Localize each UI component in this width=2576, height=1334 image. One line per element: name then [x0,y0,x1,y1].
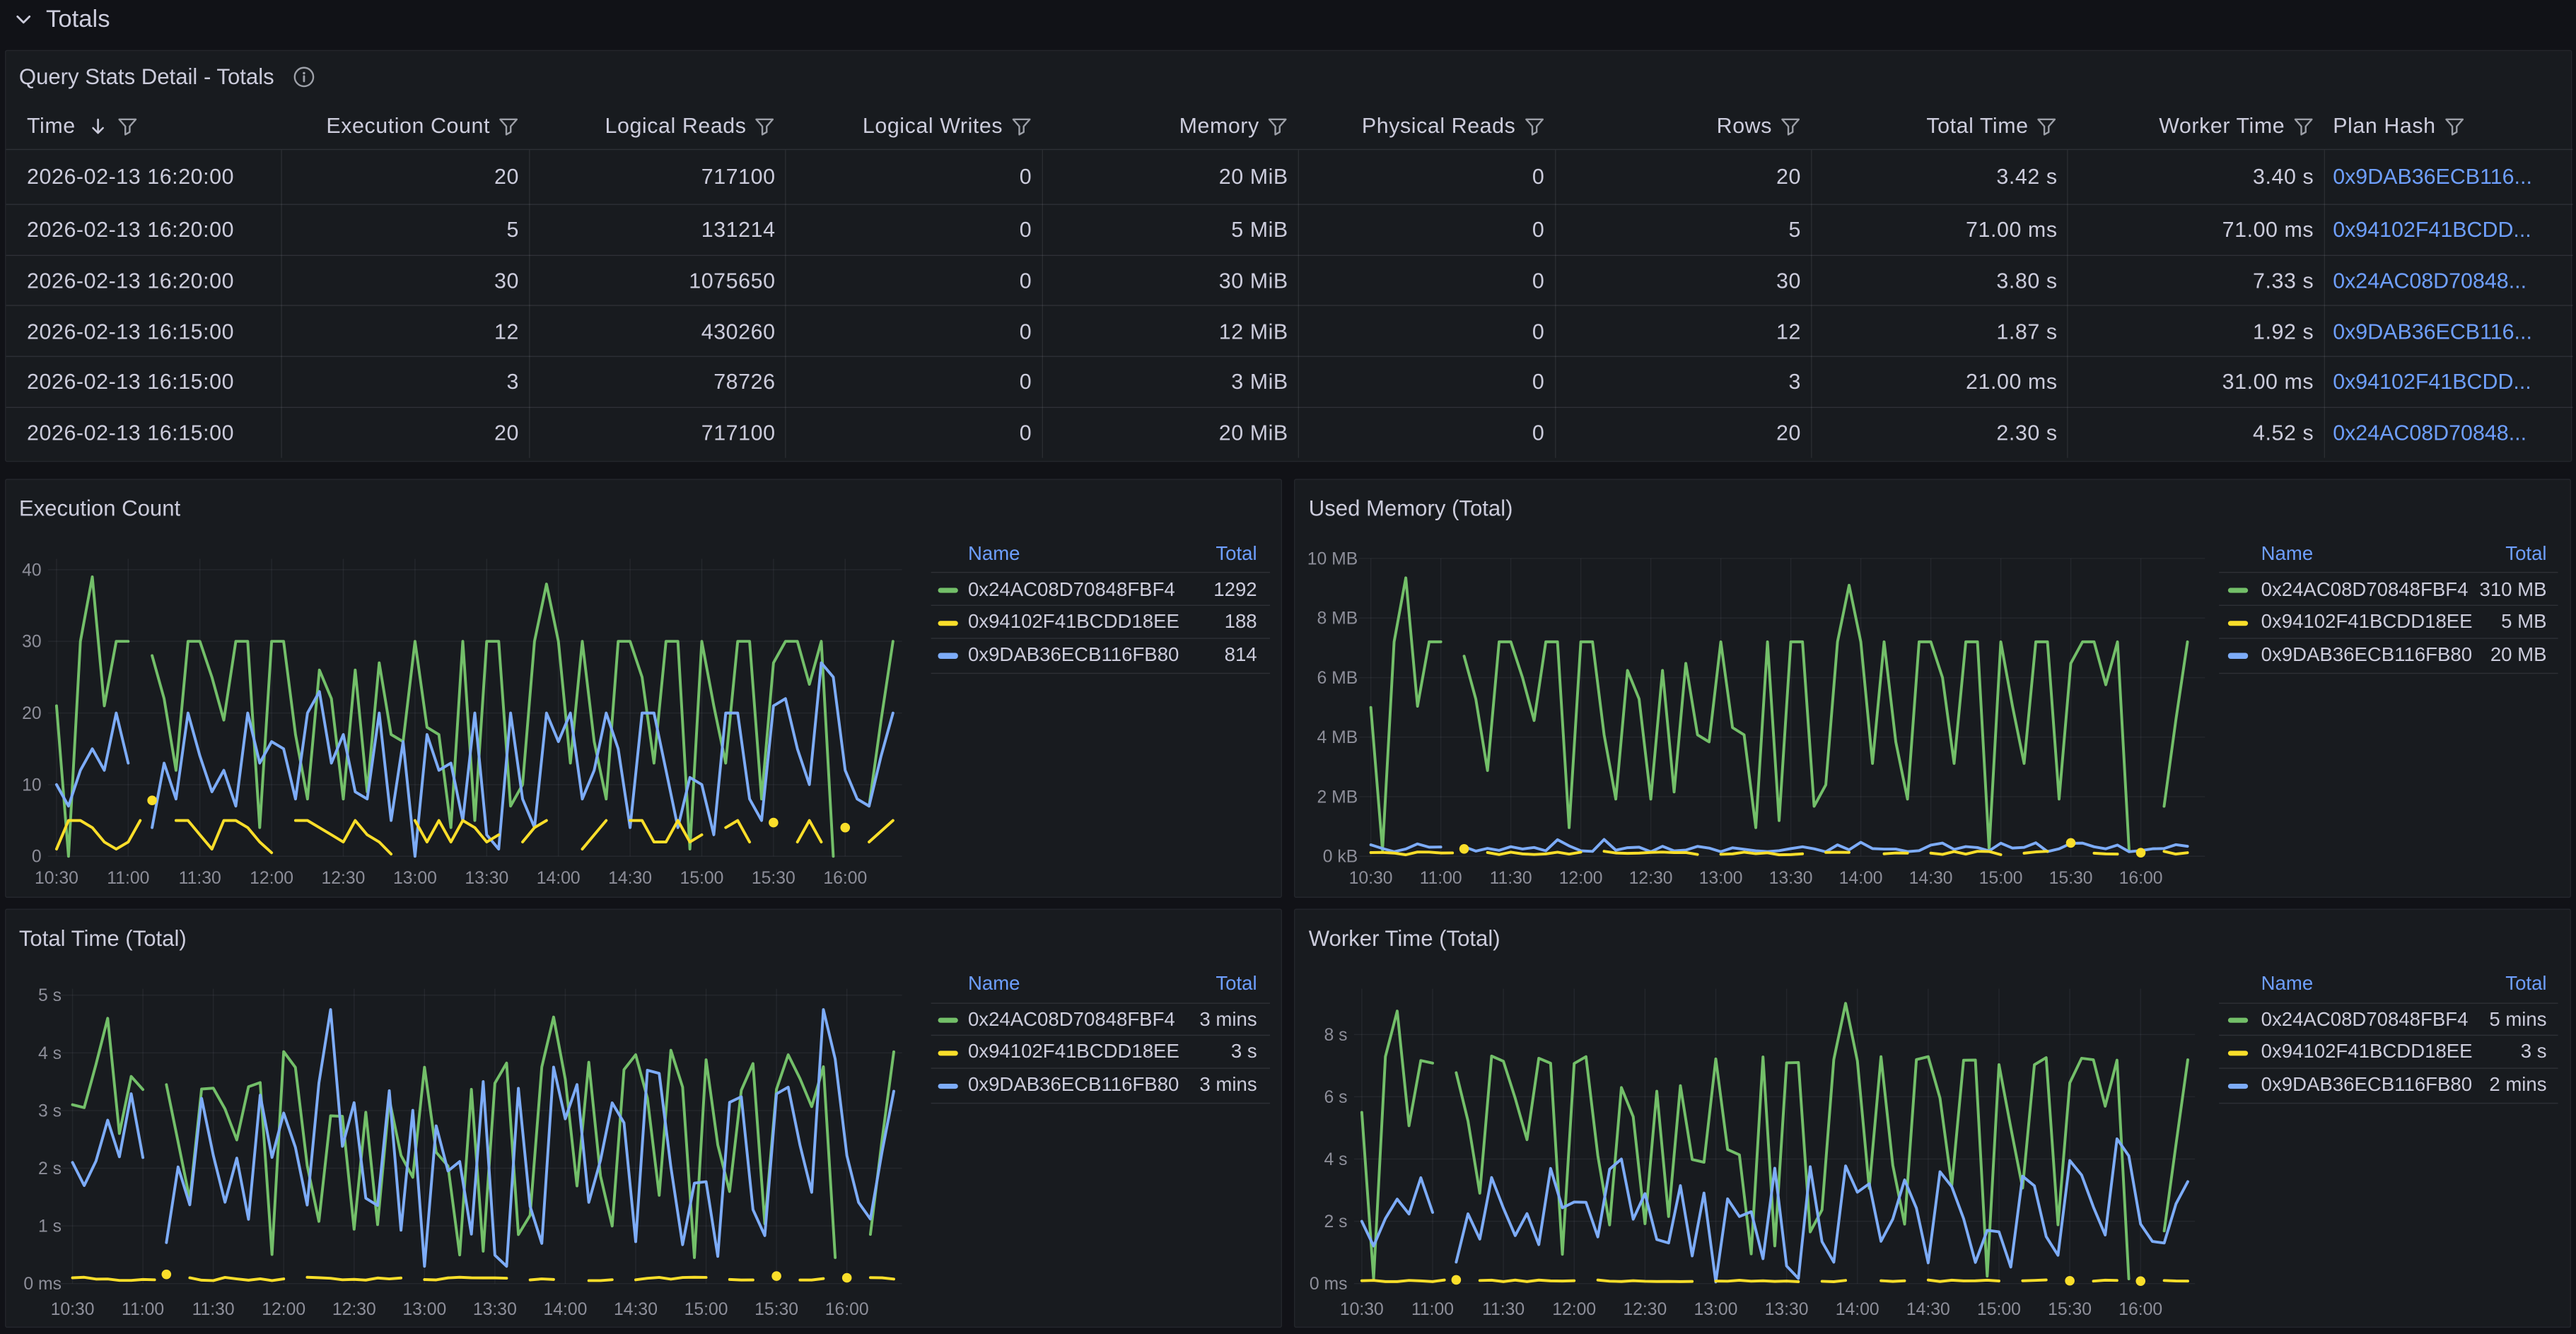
svg-text:13:00: 13:00 [1699,869,1743,888]
svg-text:2 s: 2 s [37,1159,61,1178]
svg-text:2 MB: 2 MB [1317,788,1358,807]
svg-text:13:30: 13:30 [1769,869,1813,888]
svg-text:0 ms: 0 ms [1310,1275,1348,1294]
svg-text:40: 40 [21,561,41,580]
svg-text:2 s: 2 s [1324,1212,1348,1231]
svg-text:12:00: 12:00 [1559,869,1603,888]
svg-text:5 s: 5 s [37,987,61,1006]
svg-text:10:30: 10:30 [50,1300,94,1319]
svg-text:15:00: 15:00 [680,869,723,888]
svg-text:12:30: 12:30 [1629,869,1673,888]
svg-text:8 s: 8 s [1324,1026,1348,1045]
svg-text:12:00: 12:00 [249,869,293,888]
svg-text:11:30: 11:30 [1482,1300,1525,1319]
svg-text:0: 0 [31,848,41,867]
svg-text:6 s: 6 s [1324,1088,1348,1107]
svg-text:15:30: 15:30 [751,869,795,888]
svg-text:12:00: 12:00 [262,1300,305,1319]
svg-text:12:30: 12:30 [321,869,365,888]
svg-text:1 s: 1 s [37,1217,61,1236]
svg-text:16:00: 16:00 [824,1300,868,1319]
svg-text:13:00: 13:00 [402,1300,446,1319]
svg-text:15:30: 15:30 [754,1300,798,1319]
svg-text:10:30: 10:30 [1340,1300,1384,1319]
svg-text:16:00: 16:00 [823,869,867,888]
svg-text:10 MB: 10 MB [1307,549,1358,568]
svg-text:15:30: 15:30 [2048,1300,2092,1319]
svg-text:11:30: 11:30 [178,869,221,888]
svg-text:30: 30 [21,633,41,652]
svg-text:14:30: 14:30 [613,1300,657,1319]
svg-text:14:00: 14:00 [1836,1300,1879,1319]
svg-text:13:30: 13:30 [472,1300,516,1319]
svg-text:11:00: 11:00 [121,1300,163,1319]
svg-text:12:00: 12:00 [1553,1300,1597,1319]
svg-text:15:00: 15:00 [1977,1300,2021,1319]
svg-text:15:30: 15:30 [2049,869,2093,888]
svg-text:16:00: 16:00 [2119,869,2163,888]
svg-text:12:30: 12:30 [332,1300,375,1319]
svg-text:11:00: 11:00 [107,869,149,888]
svg-text:4 s: 4 s [1324,1150,1348,1169]
svg-text:13:30: 13:30 [465,869,508,888]
svg-text:13:00: 13:00 [392,869,436,888]
svg-text:0 ms: 0 ms [23,1275,62,1294]
svg-text:11:00: 11:00 [1411,1300,1454,1319]
svg-text:4 MB: 4 MB [1317,728,1358,747]
svg-text:10:30: 10:30 [34,869,78,888]
svg-text:13:00: 13:00 [1694,1300,1738,1319]
svg-text:0 kB: 0 kB [1323,848,1358,867]
svg-text:10:30: 10:30 [1349,869,1393,888]
svg-text:14:30: 14:30 [607,869,651,888]
svg-text:11:30: 11:30 [192,1300,234,1319]
svg-text:11:00: 11:00 [1420,869,1462,888]
svg-text:11:30: 11:30 [1490,869,1532,888]
svg-text:14:00: 14:00 [543,1300,587,1319]
svg-text:8 MB: 8 MB [1317,609,1358,628]
svg-text:10: 10 [21,776,41,795]
svg-text:15:00: 15:00 [684,1300,728,1319]
svg-text:20: 20 [21,704,41,723]
svg-text:14:30: 14:30 [1909,869,1953,888]
svg-text:16:00: 16:00 [2119,1300,2163,1319]
svg-text:4 s: 4 s [37,1044,61,1063]
svg-text:14:30: 14:30 [1906,1300,1950,1319]
svg-text:14:00: 14:00 [1839,869,1883,888]
svg-text:14:00: 14:00 [536,869,580,888]
svg-text:15:00: 15:00 [1979,869,2023,888]
svg-text:13:30: 13:30 [1765,1300,1809,1319]
svg-text:3 s: 3 s [37,1102,61,1121]
svg-text:6 MB: 6 MB [1317,669,1358,688]
svg-text:12:30: 12:30 [1624,1300,1667,1319]
